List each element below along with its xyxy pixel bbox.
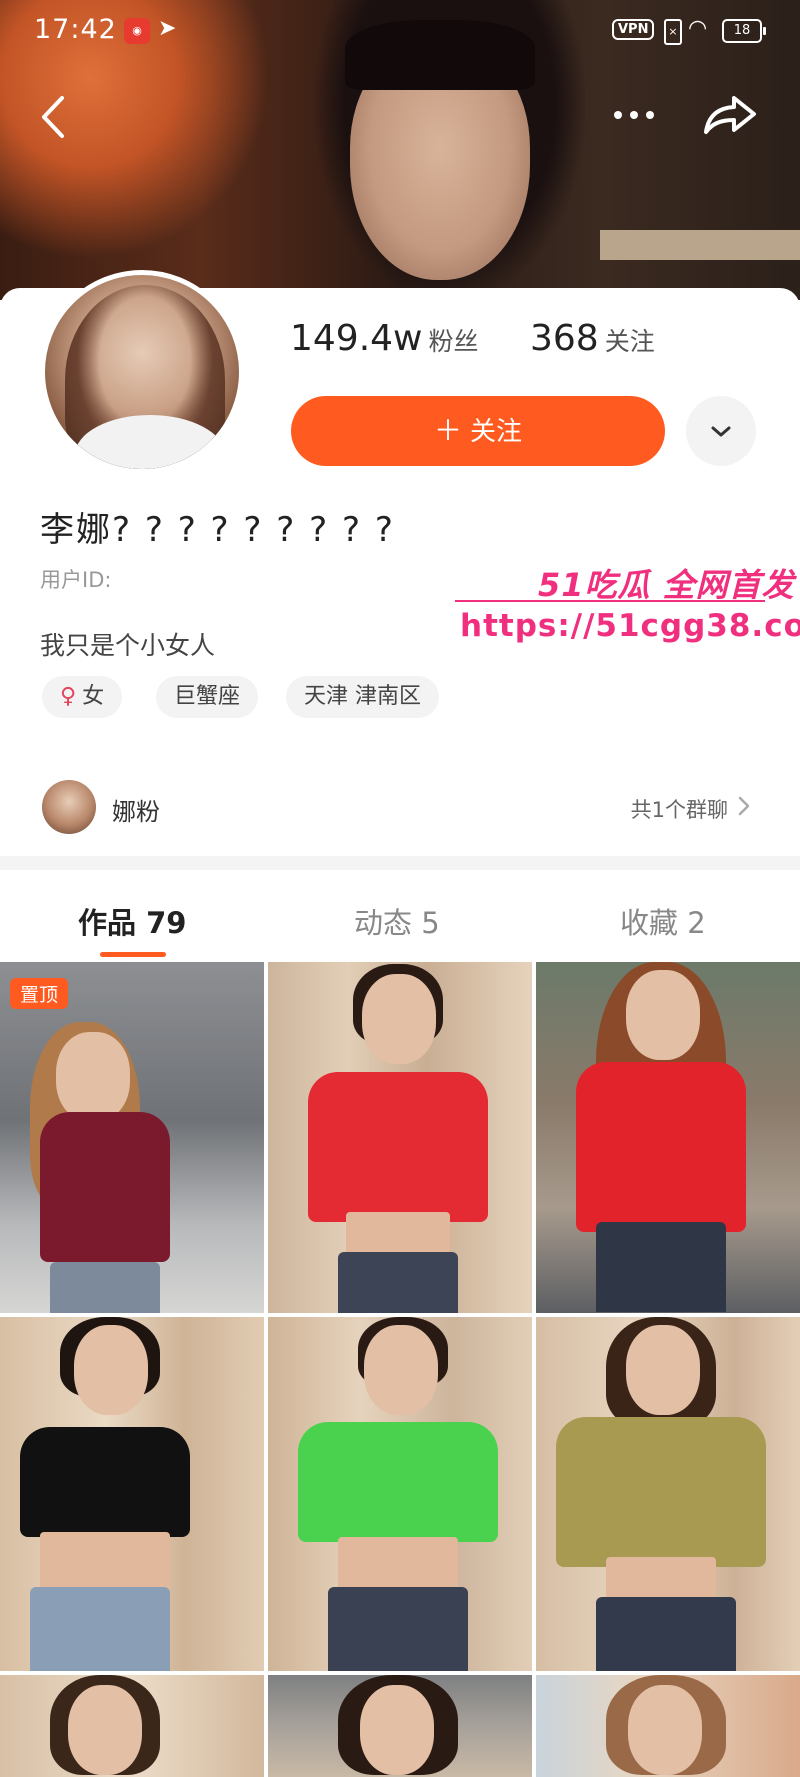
content-tabs: 作品 79 动态 5 收藏 2 [0, 870, 800, 960]
group-chat-row[interactable]: 娜粉 共1个群聊 [0, 768, 800, 848]
thumbnail-figure-head [362, 974, 436, 1064]
thumbnail-figure-head [56, 1032, 130, 1122]
recommend-dropdown-button[interactable] [686, 396, 756, 466]
group-count: 共1个群聊 [630, 798, 728, 822]
thumbnail-figure-top [308, 1072, 488, 1222]
user-id-label: 用户ID: [40, 568, 112, 592]
thumbnail-figure-jeans [596, 1597, 736, 1671]
thumbnail-figure-top [20, 1427, 190, 1537]
more-options-button[interactable] [610, 100, 658, 130]
location-tag: 天津 津南区 [286, 676, 439, 718]
thumbnail-figure-head [74, 1325, 148, 1415]
thumbnail-figure-jeans [50, 1262, 160, 1313]
video-thumbnail[interactable]: 置顶 [0, 962, 264, 1313]
thumbnail-figure-head [626, 970, 700, 1060]
battery-icon: 18 [722, 19, 766, 43]
thumbnail-figure-head [360, 1685, 434, 1775]
fans-stat[interactable]: 149.4w 粉丝 [290, 318, 479, 359]
thumbnail-figure-head [628, 1685, 702, 1775]
gender-tag: ♀ 女 [42, 676, 123, 718]
wifi-icon: ◠ [688, 16, 708, 41]
section-divider [0, 856, 800, 870]
female-icon: ♀ [60, 684, 77, 709]
thumbnail-figure-jeans [328, 1587, 468, 1671]
thumbnail-figure-jeans [30, 1587, 170, 1671]
thumbnail-figure-top [298, 1422, 498, 1542]
avatar[interactable] [40, 270, 244, 474]
works-grid: 置顶 [0, 962, 800, 1777]
follow-button-label: 关注 [470, 417, 523, 447]
video-thumbnail[interactable] [536, 962, 800, 1313]
fans-label: 粉丝 [428, 327, 479, 356]
video-thumbnail[interactable] [0, 1317, 264, 1671]
chevron-down-icon [711, 426, 731, 437]
watermark-divider [455, 600, 765, 602]
share-arrow-icon [704, 96, 756, 134]
tab-favorites[interactable]: 收藏 2 [620, 900, 706, 942]
following-count: 368 [530, 318, 599, 359]
video-thumbnail[interactable] [536, 1675, 800, 1777]
cover-furniture [600, 230, 800, 260]
follow-button[interactable]: ＋ 关注 [291, 396, 665, 466]
group-avatar [42, 780, 96, 834]
tab-moments[interactable]: 动态 5 [354, 900, 440, 942]
thumbnail-figure-head [68, 1685, 142, 1775]
thumbnail-figure-top [576, 1062, 746, 1232]
video-thumbnail[interactable] [268, 1675, 532, 1777]
following-stat[interactable]: 368 关注 [530, 318, 655, 359]
video-thumbnail[interactable] [536, 1317, 800, 1671]
group-name: 娜粉 [112, 798, 160, 826]
thumbnail-figure-top [40, 1112, 170, 1262]
video-thumbnail[interactable] [268, 962, 532, 1313]
thumbnail-figure-head [626, 1325, 700, 1415]
plus-icon: ＋ [433, 414, 462, 447]
zodiac-tag: 巨蟹座 [156, 676, 259, 718]
chevron-left-icon [42, 96, 64, 138]
active-tab-indicator [100, 952, 166, 957]
fans-count: 149.4w [290, 318, 423, 359]
share-button[interactable] [700, 90, 760, 140]
chevron-right-icon [738, 796, 750, 816]
profile-bio: 我只是个小女人 [40, 631, 216, 660]
watermark-url: https://51cgg38.com [460, 608, 800, 644]
status-bar: 17:42 ◉ ➤ VPN × ◠ 18 [0, 0, 800, 64]
thumbnail-figure-jeans [596, 1222, 726, 1312]
video-thumbnail[interactable] [268, 1317, 532, 1671]
more-dots-icon [614, 111, 654, 119]
gender-label: 女 [82, 684, 105, 709]
thumbnail-figure-top [556, 1417, 766, 1567]
back-button[interactable] [36, 92, 70, 142]
location-arrow-icon: ➤ [158, 16, 177, 41]
thumbnail-figure-head [364, 1325, 438, 1415]
thumbnail-figure-jeans [338, 1252, 458, 1313]
pinned-badge: 置顶 [10, 978, 69, 1009]
vpn-indicator: VPN [612, 19, 655, 40]
video-thumbnail[interactable] [0, 1675, 264, 1777]
profile-name: 李娜? ? ? ? ? ? ? ? ? [40, 510, 395, 550]
following-label: 关注 [604, 327, 655, 356]
notification-app-icon: ◉ [124, 18, 150, 44]
tab-works[interactable]: 作品 79 [78, 900, 186, 942]
status-time: 17:42 [34, 14, 117, 45]
sim-icon: × [664, 19, 682, 45]
